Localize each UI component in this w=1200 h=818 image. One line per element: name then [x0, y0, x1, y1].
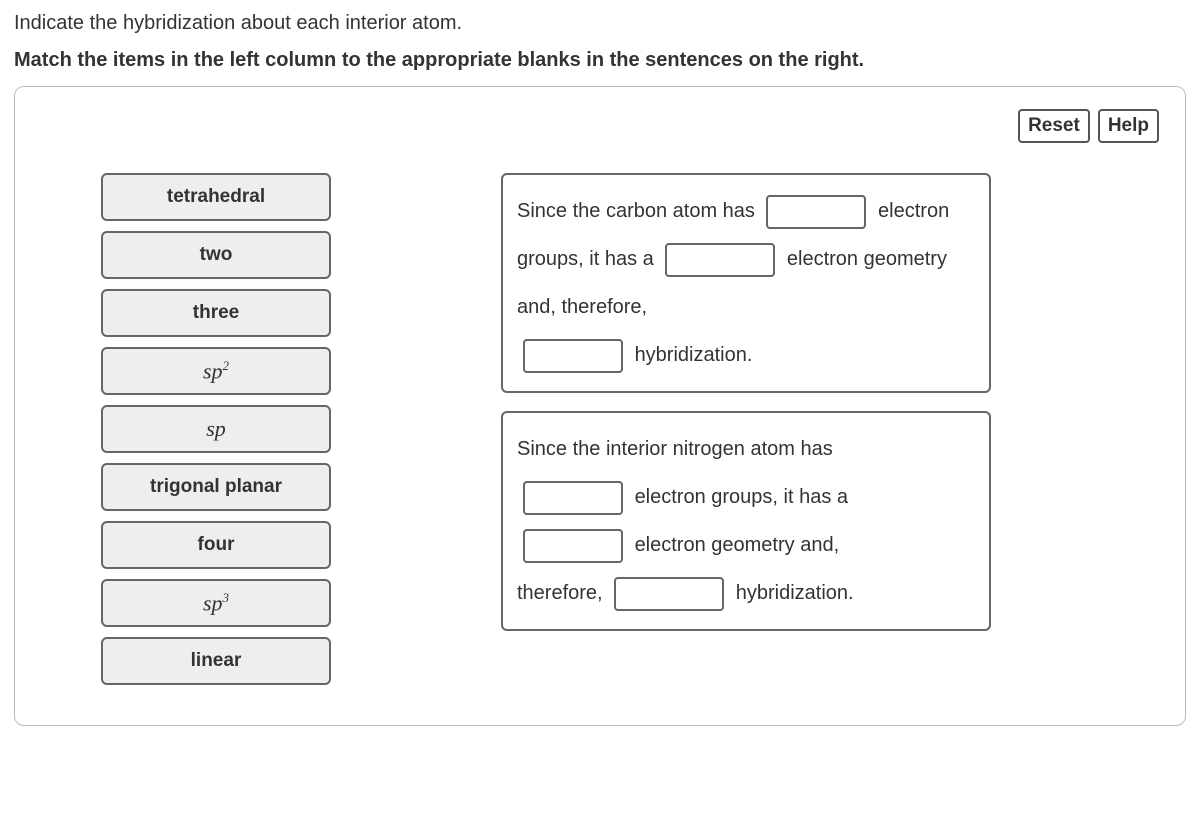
instruction-line-2: Match the items in the left column to th… — [14, 49, 1186, 72]
reset-button[interactable]: Reset — [1018, 109, 1090, 143]
item-two[interactable]: two — [101, 231, 331, 279]
item-label: trigonal planar — [150, 476, 282, 498]
item-label: two — [200, 244, 233, 266]
drop-blank-carbon-groups[interactable] — [766, 195, 866, 229]
sentence-box-carbon: Since the carbon atom has electron group… — [501, 173, 991, 393]
item-sp[interactable]: sp — [101, 405, 331, 453]
drop-blank-carbon-hybridization[interactable] — [523, 339, 623, 373]
item-linear[interactable]: linear — [101, 637, 331, 685]
drop-blank-nitrogen-geometry[interactable] — [523, 529, 623, 563]
sentence-text: electron groups, it has a — [635, 486, 848, 508]
item-tetrahedral[interactable]: tetrahedral — [101, 173, 331, 221]
sentence-text: hybridization. — [635, 344, 753, 366]
item-label: sp2 — [203, 358, 229, 384]
item-label: three — [193, 302, 239, 324]
item-sp2[interactable]: sp2 — [101, 347, 331, 395]
item-three[interactable]: three — [101, 289, 331, 337]
drop-blank-nitrogen-hybridization[interactable] — [614, 577, 724, 611]
item-label: linear — [191, 650, 242, 672]
item-four[interactable]: four — [101, 521, 331, 569]
sentence-text: hybridization. — [736, 582, 854, 604]
item-label: sp — [206, 416, 226, 442]
item-sp3[interactable]: sp3 — [101, 579, 331, 627]
work-area: tetrahedral two three sp2 sp trigonal pl… — [41, 173, 1159, 685]
sentence-text: electron geometry and, — [635, 534, 840, 556]
sentence-text: Since the carbon atom has — [517, 200, 755, 222]
item-label: four — [198, 534, 235, 556]
item-label: sp3 — [203, 590, 229, 616]
draggable-items-column: tetrahedral two three sp2 sp trigonal pl… — [101, 173, 331, 685]
sentence-text: Since the interior nitrogen atom has — [517, 438, 833, 460]
sentence-box-nitrogen: Since the interior nitrogen atom has ele… — [501, 411, 991, 631]
help-button[interactable]: Help — [1098, 109, 1159, 143]
sentence-targets-column: Since the carbon atom has electron group… — [501, 173, 1159, 631]
instructions-block: Indicate the hybridization about each in… — [14, 12, 1186, 72]
drop-blank-carbon-geometry[interactable] — [665, 243, 775, 277]
item-label: tetrahedral — [167, 186, 265, 208]
item-trigonal-planar[interactable]: trigonal planar — [101, 463, 331, 511]
top-button-row: Reset Help — [41, 109, 1159, 143]
exercise-panel: Reset Help tetrahedral two three sp2 sp … — [14, 86, 1186, 726]
instruction-line-1: Indicate the hybridization about each in… — [14, 12, 1186, 35]
drop-blank-nitrogen-groups[interactable] — [523, 481, 623, 515]
sentence-text: therefore, — [517, 582, 603, 604]
